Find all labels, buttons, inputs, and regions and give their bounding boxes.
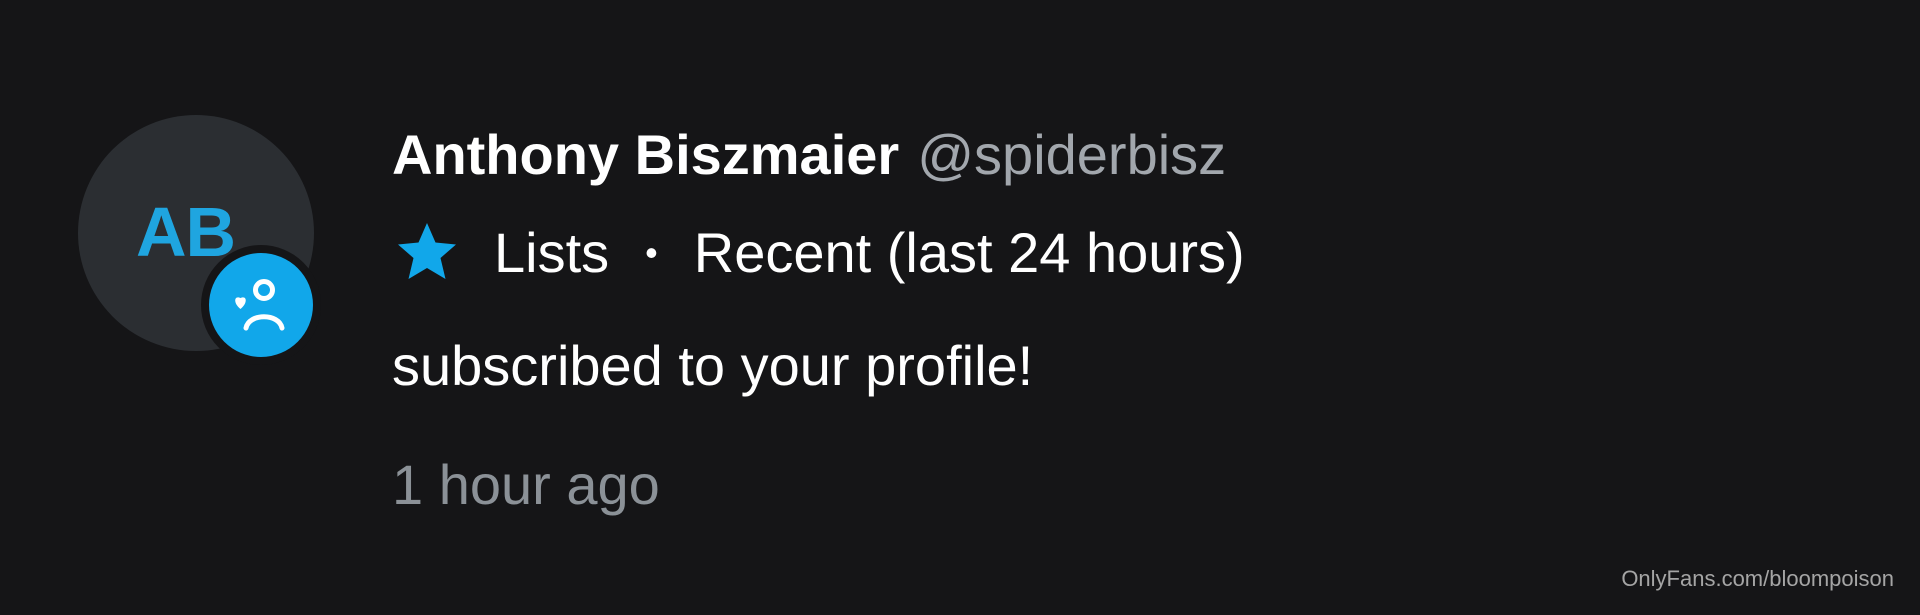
lists-link[interactable]: Lists <box>494 220 609 286</box>
list-line: Lists • Recent (last 24 hours) <box>392 218 1245 288</box>
list-detail[interactable]: Recent (last 24 hours) <box>694 220 1245 286</box>
watermark-text: OnlyFans.com/bloompoison <box>1621 566 1894 591</box>
user-line: Anthony Biszmaier @spiderbisz <box>392 122 1226 188</box>
notification-screen: AB Anthony Biszmaier @spiderbisz Lists • … <box>0 0 1920 615</box>
star-icon <box>398 223 456 279</box>
separator-dot: • <box>645 232 658 273</box>
avatar[interactable]: AB <box>78 115 321 365</box>
subscriber-badge-circle <box>209 253 313 357</box>
user-name[interactable]: Anthony Biszmaier <box>392 123 899 186</box>
notification-message: subscribed to your profile! <box>392 334 1034 397</box>
notification-time: 1 hour ago <box>392 453 660 516</box>
subscriber-heart-person-icon <box>235 279 285 331</box>
subscriber-badge <box>201 245 321 365</box>
user-handle[interactable]: @spiderbisz <box>917 123 1226 186</box>
